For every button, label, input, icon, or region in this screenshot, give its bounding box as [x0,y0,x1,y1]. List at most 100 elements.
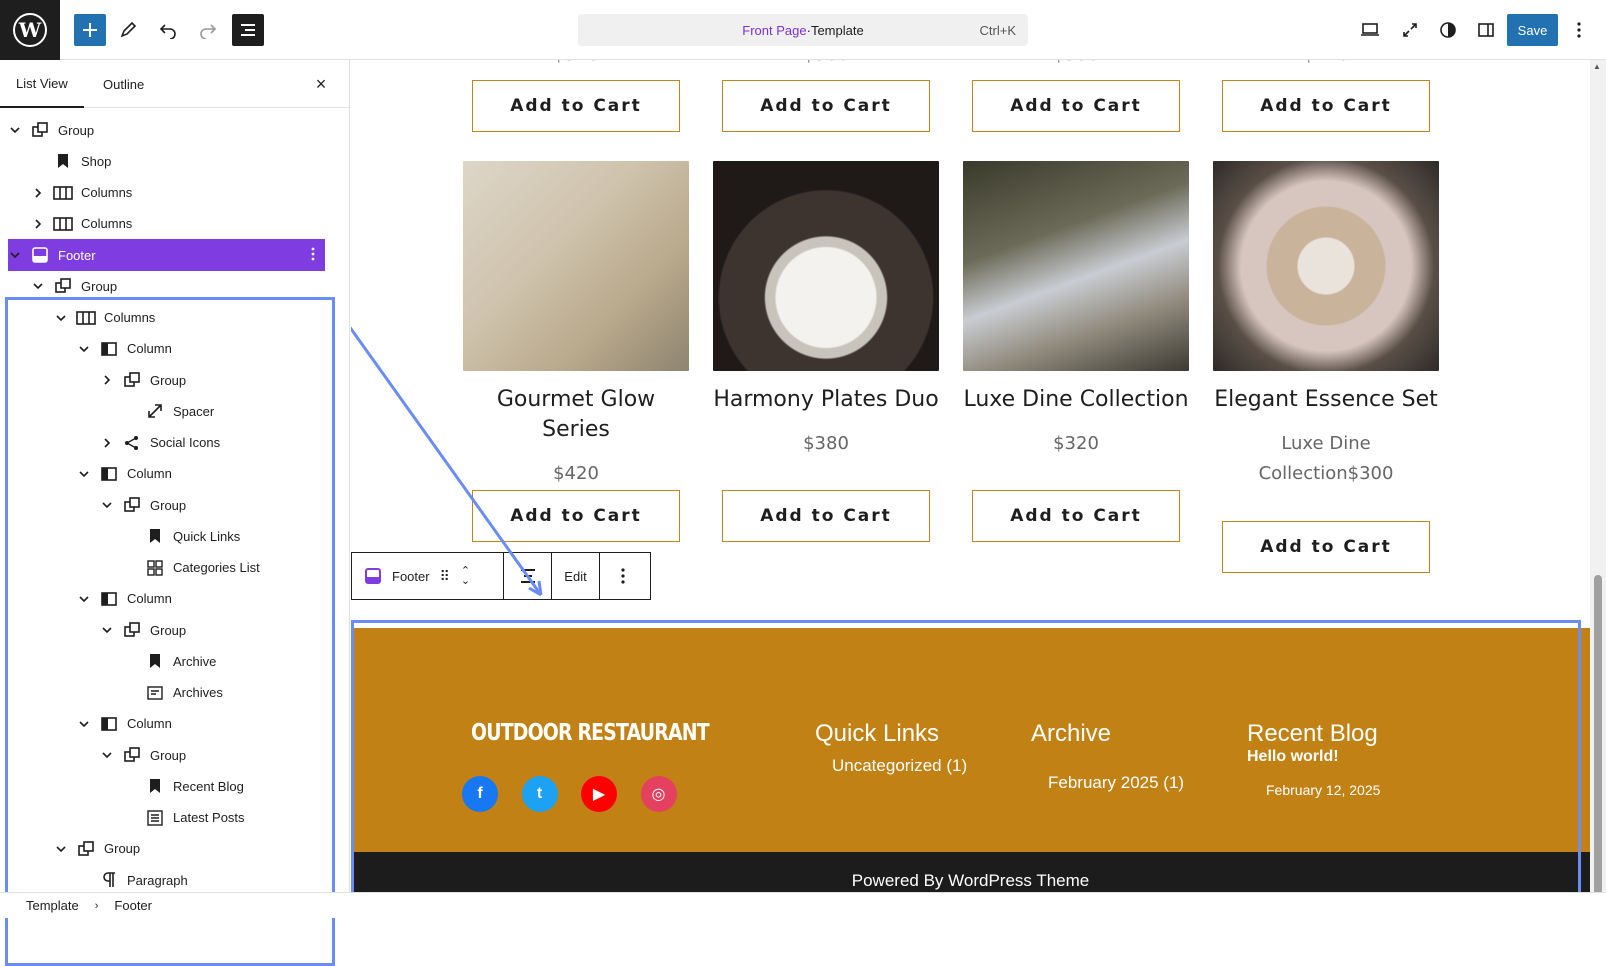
edit-button[interactable]: Edit [552,553,600,599]
category-link[interactable]: Uncategorized (1) [832,756,967,776]
instagram-icon[interactable]: ◎ [640,776,677,812]
more-options-icon[interactable] [1568,14,1590,46]
product-title[interactable]: Elegant Essence Set [1213,385,1439,415]
tree-item-group[interactable]: Group [0,739,340,771]
tree-item-social-icons[interactable]: Social Icons [0,427,340,459]
tree-item-options-icon[interactable] [311,247,315,264]
chevron-right-icon[interactable] [100,437,114,448]
chevron-down-icon[interactable] [100,626,114,634]
archive-heading: Archive [1031,720,1112,747]
tree-item-column[interactable]: Column [0,458,340,490]
scrollbar-thumb[interactable] [1594,575,1602,905]
tree-item-group[interactable]: Group [0,270,340,302]
chevron-down-icon[interactable] [54,845,68,853]
tree-item-group[interactable]: Group [0,833,340,865]
block-options-icon[interactable] [600,553,646,599]
tree-item-column[interactable]: Column [0,708,340,740]
tab-outline[interactable]: Outline [87,60,160,108]
tree-item-column[interactable]: Column [0,333,340,365]
redo-icon[interactable] [192,14,224,46]
chevron-right-icon[interactable] [31,219,45,229]
device-preview-icon[interactable] [1354,14,1386,46]
site-footer[interactable]: OUTDOOR RESTAURANT f t ▶ ◎ Quick Links Unca… [351,628,1590,852]
footer-brand[interactable]: OUTDOOR RESTAURANT [471,720,710,746]
list-view-sidebar: List View Outline × Group Shop Columns Colu… [0,60,350,966]
copyright-text: Powered By WordPress Theme [851,871,1090,890]
chevron-down-icon[interactable] [31,282,45,290]
chevron-down-icon[interactable] [100,751,114,759]
add-to-cart-button[interactable]: Add to Cart [722,80,930,132]
chevron-down-icon[interactable] [54,314,68,322]
tree-item-label: Group [150,497,187,513]
wordpress-logo-icon[interactable]: W [0,0,60,60]
product-card: Elegant Essence Set Luxe Dine Collection$… [1213,161,1439,489]
youtube-icon[interactable]: ▶ [581,776,617,812]
list-view-toggle-icon[interactable] [232,14,264,46]
tree-item-group[interactable]: Group [0,364,340,396]
chevron-down-icon[interactable] [77,595,91,603]
chevron-down-icon[interactable] [8,126,22,134]
tree-item-group[interactable]: Group [0,489,340,521]
chevron-down-icon[interactable] [8,251,22,259]
undo-icon[interactable] [152,14,184,46]
chevron-down-icon[interactable] [77,720,91,728]
tree-item-quick-links[interactable]: Quick Links [0,520,340,552]
archive-link[interactable]: February 2025 (1) [1048,773,1184,793]
tree-item-label: Archives [173,685,223,700]
styles-contrast-icon[interactable] [1432,14,1464,46]
tree-item-latest-posts[interactable]: Latest Posts [0,802,340,834]
breadcrumb-footer[interactable]: Footer [114,898,152,913]
columns-icon [51,183,75,203]
tree-item-column[interactable]: Column [0,583,340,615]
tree-item-archive[interactable]: Archive [0,645,340,677]
add-to-cart-button[interactable]: Add to Cart [972,80,1180,132]
chevron-right-icon[interactable] [100,375,114,385]
add-to-cart-button[interactable]: Add to Cart [472,80,680,132]
tree-item-categories-list[interactable]: Categories List [0,552,340,584]
pencil-icon[interactable] [112,14,144,46]
tree-item-spacer[interactable]: Spacer [0,395,340,427]
tree-item-label: Archive [173,653,217,669]
add-to-cart-button[interactable]: Add to Cart [972,490,1180,542]
add-to-cart-button[interactable]: Add to Cart [1222,521,1430,573]
columns-icon [74,308,98,328]
product-price-partial: $320 [463,60,689,65]
group-icon [74,839,98,859]
add-to-cart-button[interactable]: Add to Cart [1222,80,1430,132]
add-to-cart-button[interactable]: Add to Cart [722,490,930,542]
facebook-icon[interactable]: f [462,776,498,812]
add-block-button[interactable] [74,14,106,46]
chevron-down-icon[interactable] [100,501,114,509]
tree-item-group[interactable]: Group [0,114,340,146]
chevron-down-icon[interactable] [77,470,91,478]
save-button[interactable]: Save [1507,14,1558,46]
product-price: $380 [803,433,849,454]
chevron-down-icon[interactable] [77,345,91,353]
tree-item-footer[interactable]: Footer [8,239,325,271]
fullscreen-icon[interactable] [1394,14,1426,46]
tree-item-columns[interactable]: Columns [0,177,340,209]
tree-item-archives[interactable]: Archives [0,677,340,709]
recent-post-link[interactable]: Hello world! [1247,748,1339,766]
product-title[interactable]: Harmony Plates Duo [713,385,939,415]
tab-list-view[interactable]: List View [0,60,84,108]
tree-item-label: Columns [104,310,156,325]
product-title[interactable]: Luxe Dine Collection [963,385,1189,415]
document-title-bar[interactable]: Front Page · Template Ctrl+K [578,14,1028,46]
tree-item-recent-blog[interactable]: Recent Blog [0,770,340,802]
product-image[interactable] [713,161,939,371]
close-icon[interactable]: × [311,74,331,94]
breadcrumb-template[interactable]: Template [26,898,79,913]
product-image[interactable] [963,161,1189,371]
canvas-scrollbar[interactable]: ▲ ▼ [1590,60,1606,912]
tree-item-columns[interactable]: Columns [0,208,340,240]
tree-item-columns[interactable]: Columns [0,302,340,334]
chevron-right-icon[interactable] [31,187,45,198]
tree-item-shop[interactable]: Shop [0,145,340,177]
product-image[interactable] [1213,161,1439,371]
tree-item-group[interactable]: Group [0,614,340,646]
settings-sidebar-icon[interactable] [1470,14,1502,46]
twitter-icon[interactable]: t [521,776,558,812]
connector-arrow-icon [351,326,543,597]
scroll-up-icon[interactable]: ▲ [1593,62,1601,71]
